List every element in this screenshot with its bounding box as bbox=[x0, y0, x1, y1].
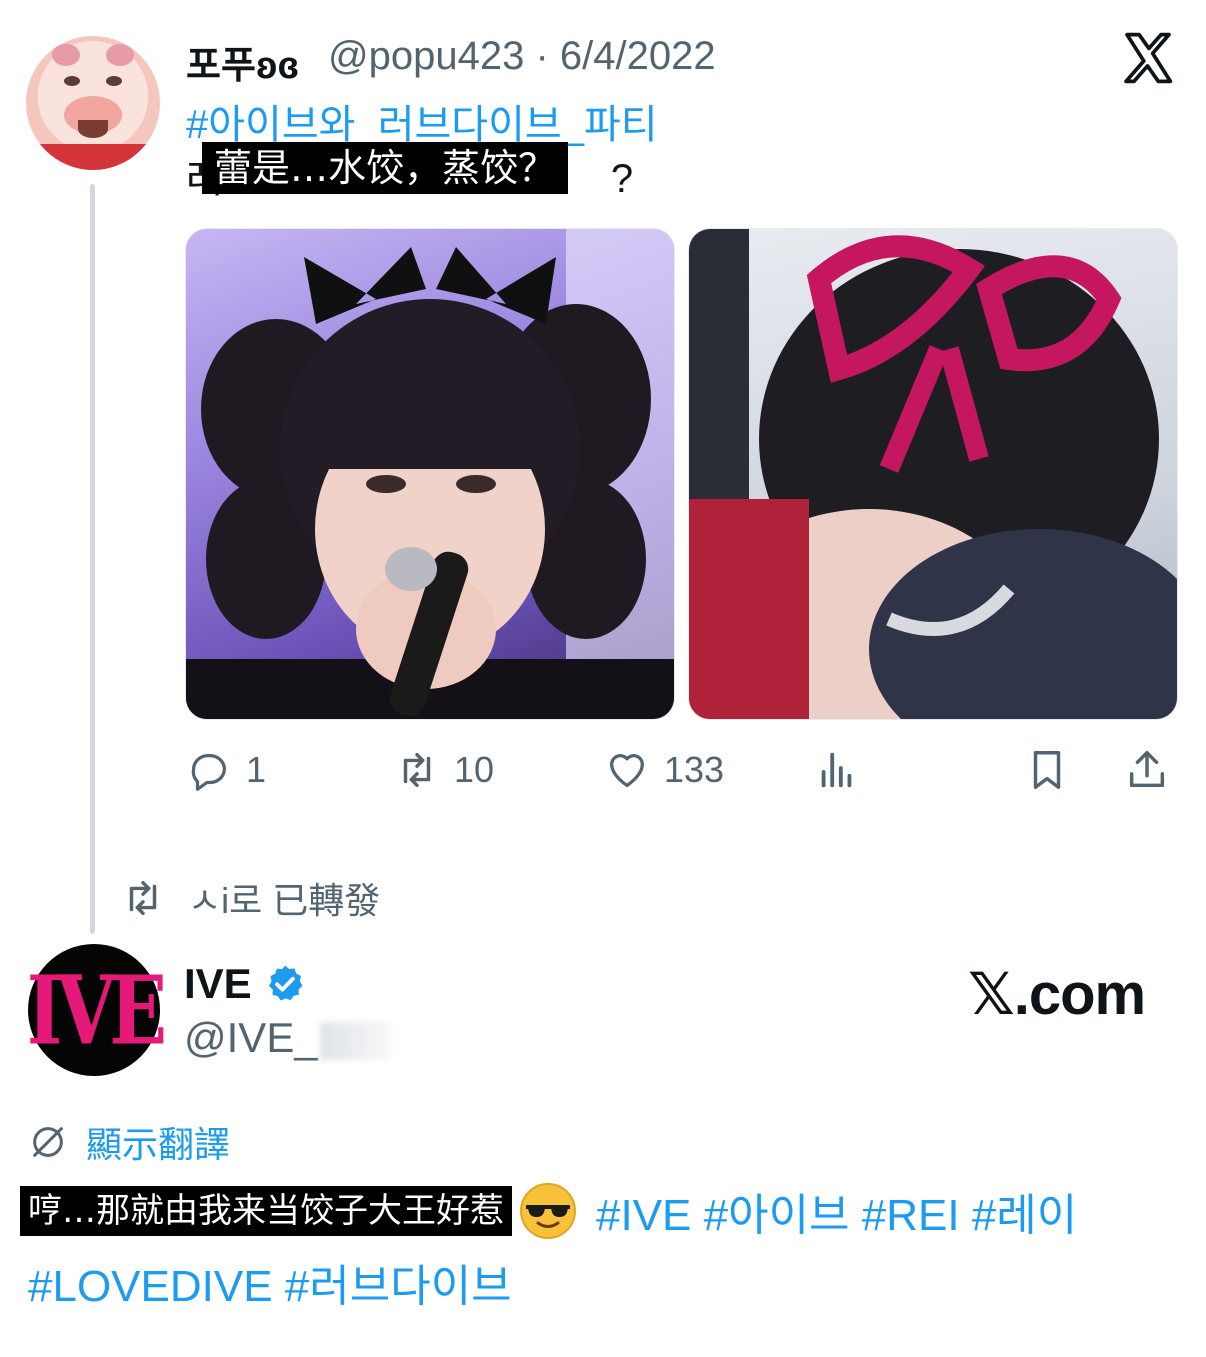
thread-connector bbox=[90, 184, 95, 934]
retweeted-by-label: ㅅi로 已轉發 bbox=[188, 880, 381, 921]
author-avatar[interactable] bbox=[26, 36, 160, 170]
reply-icon bbox=[191, 753, 226, 791]
retweet-icon bbox=[403, 752, 431, 788]
reply-button[interactable]: 1 bbox=[186, 742, 266, 798]
verified-badge-icon bbox=[268, 965, 303, 1001]
ive-avatar-logo: IVE bbox=[26, 954, 167, 1066]
x-logo-icon[interactable] bbox=[1120, 30, 1176, 86]
ive-handle[interactable]: @IVE_ bbox=[184, 1014, 390, 1062]
retweet-icon bbox=[129, 880, 157, 916]
author-handle-date[interactable]: @popu423 · 6/4/2022 bbox=[328, 34, 716, 79]
heart-icon bbox=[610, 754, 644, 787]
ive-handle-text: @IVE_ bbox=[184, 1014, 318, 1061]
translate-icon bbox=[33, 1127, 63, 1157]
bookmark-button[interactable] bbox=[1024, 742, 1084, 798]
like-count: 133 bbox=[664, 749, 725, 790]
tweet-photo-2[interactable] bbox=[688, 228, 1178, 720]
handle-redaction bbox=[319, 1021, 390, 1060]
show-translation-link[interactable]: 顯示翻譯 bbox=[28, 1116, 230, 1168]
author-name[interactable]: 포푸ʚɞ bbox=[186, 34, 299, 89]
action-bar: 1 10 133 bbox=[0, 742, 1206, 798]
like-button[interactable]: 133 bbox=[604, 742, 724, 798]
retweeted-by-note[interactable]: ㅅi로 已轉發 bbox=[120, 872, 380, 924]
show-translation-label: 顯示翻譯 bbox=[86, 1124, 231, 1165]
translation-subtitle: 蕾是…水饺，蒸饺？ bbox=[202, 142, 569, 194]
share-button[interactable] bbox=[1124, 742, 1184, 798]
tweet-text-suffix: ? bbox=[610, 157, 634, 201]
x-com-watermark: 𝕏.com bbox=[968, 962, 1146, 1027]
retweet-count: 10 bbox=[454, 749, 495, 790]
analytics-icon bbox=[821, 752, 852, 788]
share-icon bbox=[1129, 751, 1165, 788]
quoted-hashtags-2[interactable]: #LOVEDIVE #러브다이브 bbox=[28, 1250, 512, 1314]
quoted-text-line-1: 哼…那就由我来当饺子大王好惹 #IVE #아이브 #REI #레이 bbox=[20, 1180, 1077, 1242]
ive-name-row[interactable]: IVE bbox=[184, 960, 306, 1008]
tweet-photo-1[interactable] bbox=[185, 228, 675, 720]
sunglasses-emoji-icon bbox=[520, 1183, 576, 1239]
retweet-button[interactable]: 10 bbox=[394, 742, 494, 798]
bookmark-icon bbox=[1033, 751, 1061, 789]
reply-count: 1 bbox=[246, 749, 267, 790]
ive-name: IVE bbox=[184, 960, 252, 1007]
translation-subtitle-2: 哼…那就由我来当饺子大王好惹 bbox=[20, 1186, 512, 1236]
quoted-hashtags-1[interactable]: #IVE #아이브 #REI #레이 bbox=[596, 1179, 1077, 1243]
views-button[interactable] bbox=[814, 742, 874, 798]
ive-avatar[interactable]: IVE bbox=[26, 944, 167, 1076]
